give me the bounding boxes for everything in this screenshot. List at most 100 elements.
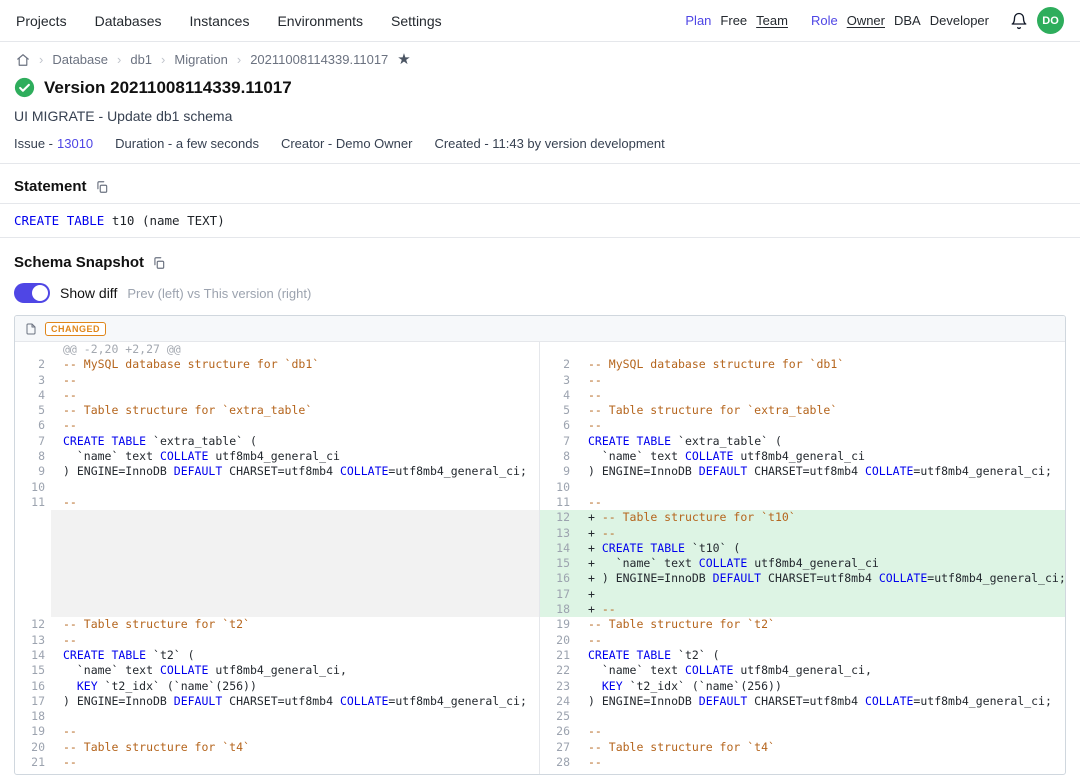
line-number: 13 (15, 633, 51, 648)
diff-line: 21CREATE TABLE `t2` ( (540, 648, 1065, 663)
issue-link[interactable]: 13010 (57, 136, 93, 151)
line-content: -- (576, 495, 1065, 510)
line-content: CREATE TABLE `t2` ( (51, 648, 539, 663)
diff-line (15, 602, 539, 617)
line-content: -- (51, 755, 539, 770)
diff-line: 12+ -- Table structure for `t10` (540, 510, 1065, 525)
line-content: CREATE TABLE `t2` ( (576, 648, 1065, 663)
statement-sql: CREATE TABLE t10 (name TEXT) (0, 203, 1080, 238)
line-content: KEY `t2_idx` (`name`(256)) (576, 679, 1065, 694)
show-diff-toggle[interactable] (14, 283, 50, 303)
role-dba[interactable]: DBA (894, 13, 921, 28)
diff-header: CHANGED (15, 316, 1065, 342)
line-number: 18 (15, 709, 51, 724)
role-owner[interactable]: Owner (847, 13, 885, 28)
line-number: 7 (15, 434, 51, 449)
diff-line: 17) ENGINE=InnoDB DEFAULT CHARSET=utf8mb… (15, 694, 539, 709)
line-content: -- Table structure for `extra_table` (51, 403, 539, 418)
success-check-icon (14, 77, 35, 98)
line-number: 12 (540, 510, 576, 525)
diff-line: 16 KEY `t2_idx` (`name`(256)) (15, 679, 539, 694)
diff-line: 9) ENGINE=InnoDB DEFAULT CHARSET=utf8mb4… (15, 464, 539, 479)
diff-line: 15+ `name` text COLLATE utf8mb4_general_… (540, 556, 1065, 571)
diff-line: 7CREATE TABLE `extra_table` ( (15, 434, 539, 449)
copy-snapshot-icon[interactable] (152, 256, 166, 270)
line-content (51, 602, 539, 617)
home-icon[interactable] (16, 53, 30, 67)
statement-section-head: Statement (0, 164, 1080, 203)
line-number: 17 (15, 694, 51, 709)
line-number: 11 (15, 495, 51, 510)
line-number: 9 (15, 464, 51, 479)
meta-duration: Duration - a few seconds (115, 136, 259, 151)
version-meta: Issue - 13010 Duration - a few seconds C… (0, 124, 1080, 163)
line-number: 9 (540, 464, 576, 479)
issue-label: Issue - (14, 136, 53, 151)
migration-subtitle: UI MIGRATE - Update db1 schema (0, 98, 1080, 124)
line-content: + `name` text COLLATE utf8mb4_general_ci (576, 556, 1065, 571)
diff-line: 8 `name` text COLLATE utf8mb4_general_ci (540, 449, 1065, 464)
meta-issue: Issue - 13010 (14, 136, 93, 151)
page-title: Version 20211008114339.11017 (44, 78, 292, 98)
diff-line: 23 KEY `t2_idx` (`name`(256)) (540, 679, 1065, 694)
breadcrumb: › Database › db1 › Migration › 202110081… (0, 42, 1080, 69)
diff-line: 26-- (540, 724, 1065, 739)
line-number (15, 510, 51, 525)
plan-team-link[interactable]: Team (756, 13, 788, 28)
breadcrumb-db1[interactable]: db1 (130, 52, 152, 67)
breadcrumb-separator: › (117, 52, 121, 67)
breadcrumb-version: 20211008114339.11017 (250, 52, 388, 67)
line-number: 6 (15, 418, 51, 433)
line-number: 27 (540, 740, 576, 755)
diff-line: 14+ CREATE TABLE `t10` ( (540, 541, 1065, 556)
line-number (15, 587, 51, 602)
nav-projects[interactable]: Projects (16, 13, 67, 29)
file-icon (25, 322, 37, 336)
line-content: + -- (576, 526, 1065, 541)
breadcrumb-database[interactable]: Database (52, 52, 108, 67)
line-number: 15 (15, 663, 51, 678)
role-developer[interactable]: Developer (930, 13, 989, 28)
line-number (15, 526, 51, 541)
nav-right-cluster: Plan Free Team Role Owner DBA Developer … (685, 7, 1064, 34)
line-number: 14 (540, 541, 576, 556)
line-content: `name` text COLLATE utf8mb4_general_ci (576, 449, 1065, 464)
diff-line: 3-- (15, 373, 539, 388)
line-content (51, 587, 539, 602)
diff-left-pane[interactable]: @@ -2,20 +2,27 @@2-- MySQL database stru… (15, 342, 540, 775)
line-content (51, 571, 539, 586)
nav-settings[interactable]: Settings (391, 13, 442, 29)
line-number: 13 (540, 526, 576, 541)
line-content: -- (51, 633, 539, 648)
notification-bell-icon[interactable] (1010, 12, 1028, 30)
line-number: 26 (540, 724, 576, 739)
line-number: 11 (540, 495, 576, 510)
breadcrumb-separator: › (237, 52, 241, 67)
statement-heading: Statement (14, 178, 87, 195)
line-number: 16 (15, 679, 51, 694)
diff-line: 27-- Table structure for `t4` (540, 740, 1065, 755)
avatar[interactable]: DO (1037, 7, 1064, 34)
nav-databases[interactable]: Databases (95, 13, 162, 29)
diff-line: 7CREATE TABLE `extra_table` ( (540, 434, 1065, 449)
line-number: 5 (540, 403, 576, 418)
line-number (15, 602, 51, 617)
star-icon[interactable]: ★ (397, 52, 410, 67)
diff-line: 5-- Table structure for `extra_table` (540, 403, 1065, 418)
copy-statement-icon[interactable] (95, 180, 109, 194)
diff-right-pane[interactable]: 2-- MySQL database structure for `db1`3-… (540, 342, 1065, 775)
line-content: CREATE TABLE `extra_table` ( (576, 434, 1065, 449)
line-number: 2 (540, 357, 576, 372)
breadcrumb-migration[interactable]: Migration (174, 52, 227, 67)
diff-line: 20-- (540, 633, 1065, 648)
diff-line: 28-- (540, 755, 1065, 770)
nav-environments[interactable]: Environments (277, 13, 363, 29)
nav-instances[interactable]: Instances (190, 13, 250, 29)
line-number: 21 (15, 755, 51, 770)
line-content (51, 480, 539, 495)
line-content: -- (576, 755, 1065, 770)
line-content: -- (576, 418, 1065, 433)
diff-line (15, 526, 539, 541)
diff-line: 24) ENGINE=InnoDB DEFAULT CHARSET=utf8mb… (540, 694, 1065, 709)
diff-toggle-row: Show diff Prev (left) vs This version (r… (0, 279, 1080, 303)
